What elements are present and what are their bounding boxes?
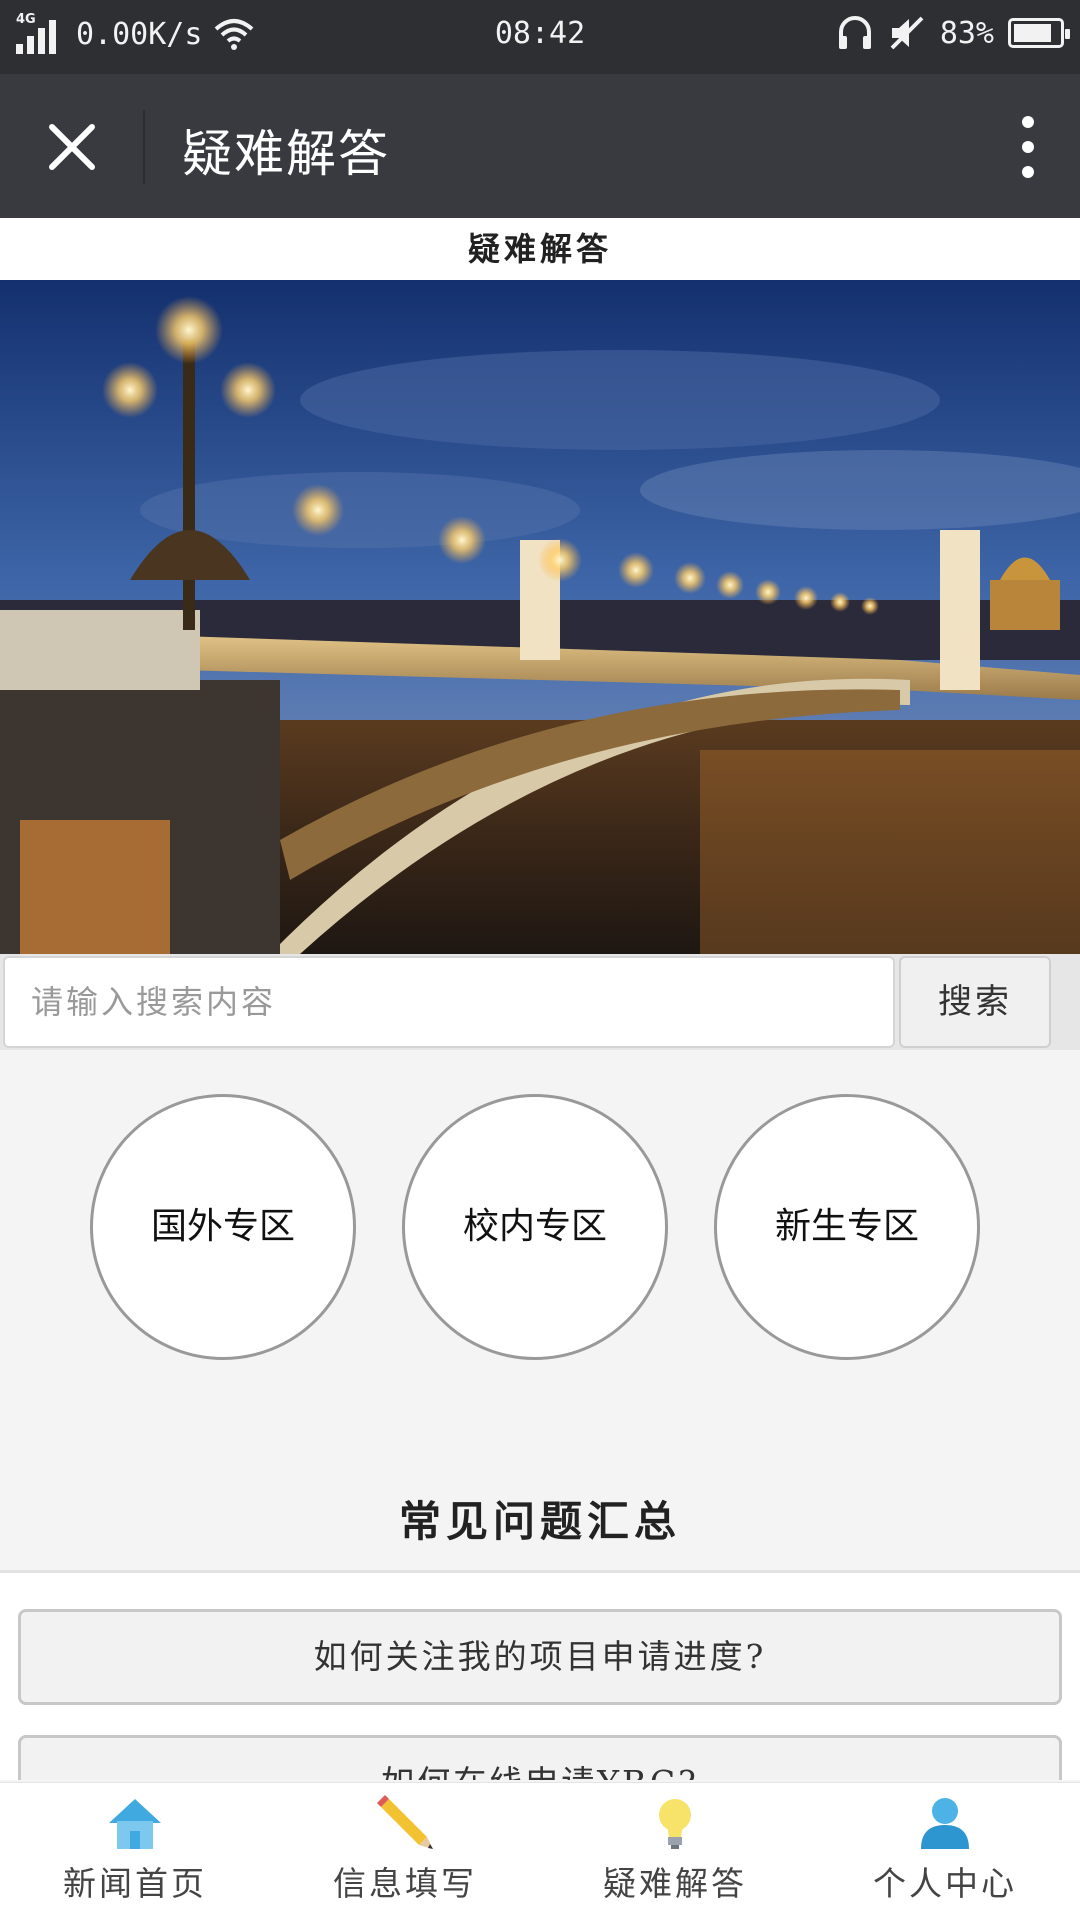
more-dot [1022, 141, 1034, 153]
lightbulb-icon [659, 1799, 691, 1849]
nav-info-fill[interactable]: 信息填写 [270, 1783, 540, 1920]
faq-list: 如何关注我的项目申请进度? 如何在线申请YBC? [0, 1570, 1080, 1780]
zone-overseas[interactable]: 国外专区 [90, 1094, 356, 1360]
banner-image [0, 280, 1080, 954]
close-icon [49, 124, 95, 170]
search-row: 请输入搜索内容 搜索 [0, 954, 1080, 1050]
zone-campus[interactable]: 校内专区 [402, 1094, 668, 1360]
more-dot [1022, 166, 1034, 178]
nav-news-home[interactable]: 新闻首页 [0, 1783, 270, 1920]
title-divider [143, 110, 145, 184]
more-button[interactable] [1016, 116, 1040, 178]
mute-icon [890, 16, 924, 50]
zone-freshman[interactable]: 新生专区 [714, 1094, 980, 1360]
home-icon [109, 1799, 161, 1849]
nav-label: 个人中心 [873, 1864, 1017, 1903]
nav-label: 新闻首页 [63, 1864, 207, 1903]
title-bar: 疑难解答 [0, 74, 1080, 218]
faq-item[interactable]: 如何关注我的项目申请进度? [18, 1609, 1062, 1705]
user-icon [921, 1798, 969, 1849]
headphones-icon [838, 16, 871, 49]
page-heading: 疑难解答 [0, 218, 1080, 280]
search-input[interactable]: 请输入搜索内容 [3, 956, 895, 1048]
nav-personal-center[interactable]: 个人中心 [810, 1783, 1080, 1920]
faq-heading: 常见问题汇总 [398, 1497, 681, 1546]
nav-label: 信息填写 [333, 1864, 477, 1903]
nav-label: 疑难解答 [603, 1864, 747, 1903]
battery-percent: 83% [939, 15, 994, 51]
window-title: 疑难解答 [182, 125, 390, 183]
faq-item[interactable]: 如何在线申请YBC? [18, 1735, 1062, 1780]
search-button[interactable]: 搜索 [899, 956, 1051, 1048]
status-bar: 4G 0.00K/s 08:42 83% [0, 0, 1080, 74]
battery-icon [1008, 18, 1070, 48]
status-right: 83% [836, 14, 1070, 52]
more-vertical-icon [1022, 116, 1034, 128]
pencil-icon [377, 1795, 433, 1849]
battery-fill [1014, 24, 1051, 42]
bottom-nav: 新闻首页 信息填写 疑难解答 个人中心 [0, 1782, 1080, 1920]
close-button[interactable] [36, 111, 108, 183]
nav-faq[interactable]: 疑难解答 [540, 1783, 810, 1920]
